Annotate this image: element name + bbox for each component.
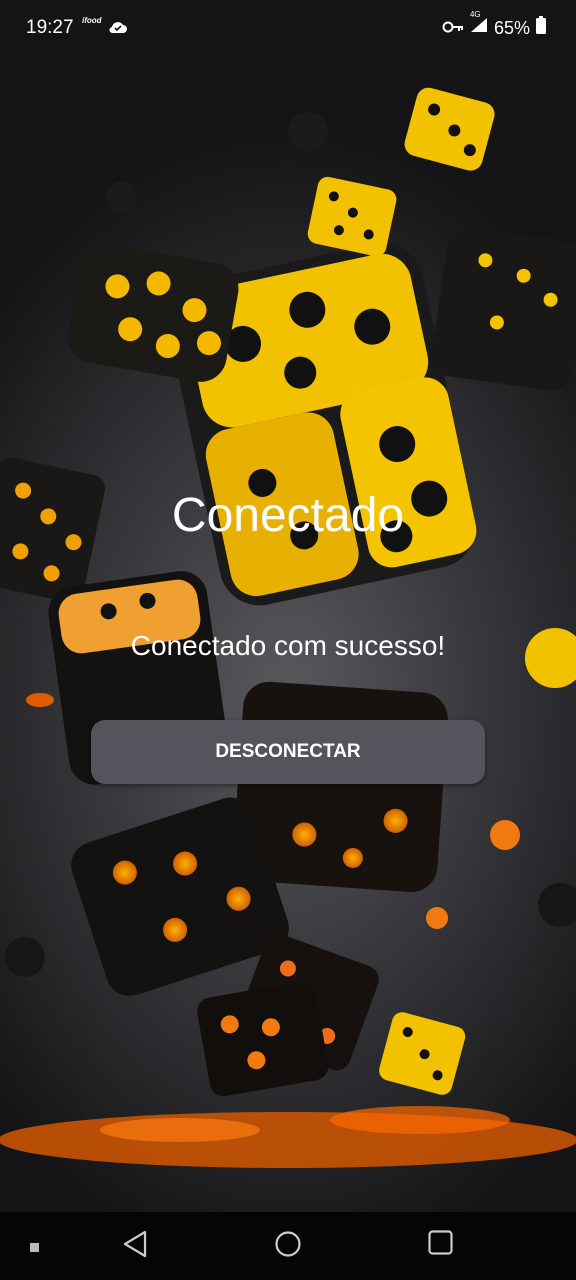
recents-dot-icon[interactable] <box>30 1240 40 1258</box>
dice-background-image <box>0 87 576 1168</box>
disconnect-button[interactable]: DESCONECTAR <box>91 720 485 784</box>
status-bar: 19:27 ifood 4G 65% <box>0 0 576 56</box>
home-icon[interactable] <box>274 1230 302 1263</box>
app-screen: 19:27 ifood 4G 65% Conectado Conectado c… <box>0 0 576 1280</box>
navigation-bar <box>0 1212 576 1280</box>
network-type-label: 4G <box>469 10 481 19</box>
overview-icon[interactable] <box>428 1230 454 1261</box>
status-time: 19:27 <box>26 17 74 38</box>
status-right-group: 4G 65% <box>442 10 546 40</box>
vpn-key-icon <box>442 17 464 39</box>
battery-percent: 65% <box>493 17 530 38</box>
success-message: Conectado com sucesso! <box>130 630 446 661</box>
ifood-notification-icon: ifood <box>82 16 102 25</box>
back-icon[interactable] <box>122 1230 148 1263</box>
cloud-icon <box>108 18 128 40</box>
signal-icon: 4G <box>470 10 488 39</box>
battery-icon <box>536 16 546 40</box>
page-title: Conectado <box>171 489 405 542</box>
